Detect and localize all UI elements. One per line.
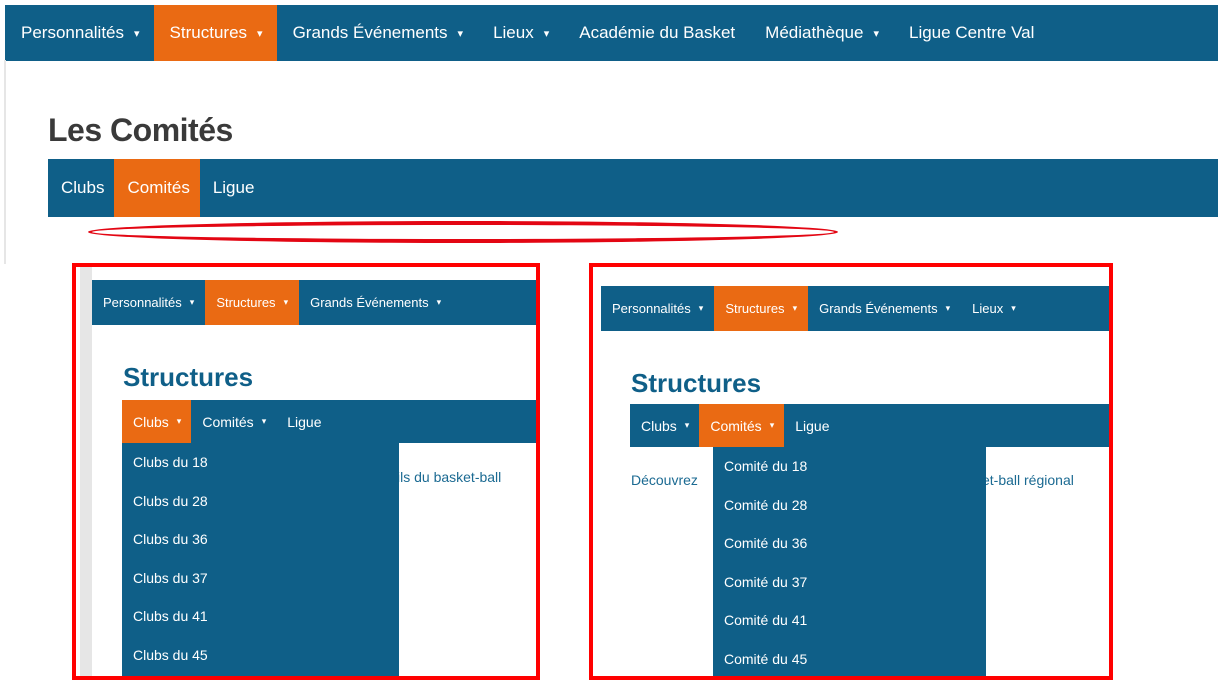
panel-subnav-comites[interactable]: Comités ▾ xyxy=(191,400,276,443)
nav-label: Lieux xyxy=(493,23,534,42)
panel-nav-grands-evenements[interactable]: Grands Événements ▾ xyxy=(299,280,452,325)
nav-label: Lieux xyxy=(972,301,1004,316)
nav-label: Académie du Basket xyxy=(579,23,736,42)
dropdown-item[interactable]: Clubs du 18 xyxy=(122,443,399,482)
panel-intro-text: ils du basket-ball xyxy=(397,469,502,485)
panel-intro-text-end: ket-ball régional xyxy=(975,472,1074,488)
nav-structures[interactable]: Structures ▾ xyxy=(153,5,277,61)
subnav-label: Ligue xyxy=(287,413,322,430)
nav-grands-evenements[interactable]: Grands Événements ▾ xyxy=(277,5,478,61)
panel-title: Structures xyxy=(123,362,254,392)
dropdown-item[interactable]: Comité du 36 xyxy=(713,524,986,563)
nav-label: Structures xyxy=(725,301,785,316)
nav-label: Personnalités xyxy=(103,295,182,310)
panel-subnav: Clubs ▾ Comités ▾ Ligue xyxy=(630,404,1109,447)
caret-down-icon: ▾ xyxy=(257,27,263,40)
comites-dropdown-menu: Comité du 18 Comité du 28 Comité du 36 C… xyxy=(713,447,986,677)
nav-personnalites[interactable]: Personnalités ▾ xyxy=(5,5,154,61)
nav-label: Médiathèque xyxy=(765,23,864,42)
caret-down-icon: ▾ xyxy=(457,27,464,40)
panel-subnav: Clubs ▾ Comités ▾ Ligue xyxy=(122,400,536,443)
highlight-ellipse xyxy=(88,221,838,243)
caret-down-icon: ▾ xyxy=(945,303,951,313)
panel-subnav-comites[interactable]: Comités ▾ xyxy=(699,404,785,447)
panel-nav-personnalites[interactable]: Personnalités ▾ xyxy=(601,286,714,331)
caret-down-icon: ▾ xyxy=(134,27,140,40)
nav-label: Personnalités xyxy=(21,23,125,42)
nav-label: Structures xyxy=(216,295,276,310)
caret-down-icon: ▾ xyxy=(261,416,267,426)
section-subnav: Clubs Comités Ligue xyxy=(48,159,1218,217)
nav-label: Personnalités xyxy=(612,301,691,316)
panel-subnav-ligue[interactable]: Ligue xyxy=(784,404,839,447)
dropdown-item[interactable]: Comité du 45 xyxy=(713,640,986,677)
caret-down-icon: ▾ xyxy=(684,420,690,430)
caret-down-icon: ▾ xyxy=(176,416,182,426)
dropdown-item[interactable]: Clubs du 28 xyxy=(122,482,399,521)
panel-nav-personnalites[interactable]: Personnalités ▾ xyxy=(92,280,205,325)
panel-nav-lieux[interactable]: Lieux ▾ xyxy=(961,286,1027,331)
nav-label: Grands Événements xyxy=(819,301,938,316)
panel-intro-text-start: Découvrez xyxy=(631,472,698,488)
panel-subnav-clubs[interactable]: Clubs ▾ xyxy=(630,404,699,447)
nav-label: Ligue Centre Val xyxy=(909,23,1035,42)
caret-down-icon: ▾ xyxy=(1011,303,1016,313)
caret-down-icon: ▾ xyxy=(436,297,442,307)
subnav-clubs[interactable]: Clubs xyxy=(48,159,114,217)
subnav-label: Ligue xyxy=(795,417,830,434)
nav-label: Grands Événements xyxy=(292,23,448,42)
panel-nav: Personnalités ▾ Structures ▾ Grands Évén… xyxy=(92,280,536,325)
subnav-comites[interactable]: Comités xyxy=(114,159,200,217)
panel-nav-grands-evenements[interactable]: Grands Événements ▾ xyxy=(808,286,961,331)
caret-down-icon: ▾ xyxy=(543,27,550,40)
dropdown-item[interactable]: Comité du 37 xyxy=(713,563,986,602)
subnav-ligue[interactable]: Ligue xyxy=(200,159,265,217)
nav-label: Grands Événements xyxy=(310,295,429,310)
caret-down-icon: ▾ xyxy=(283,297,289,307)
subnav-label: Comités xyxy=(202,413,254,430)
panel-subnav-clubs[interactable]: Clubs ▾ xyxy=(122,400,192,443)
nav-label: Structures xyxy=(169,23,248,42)
nav-ligue-centre[interactable]: Ligue Centre Val xyxy=(893,5,1048,61)
screenshot-panel-clubs: Personnalités ▾ Structures ▾ Grands Évén… xyxy=(72,263,540,680)
subnav-label: Comités xyxy=(710,417,762,434)
nav-academie[interactable]: Académie du Basket xyxy=(563,5,749,61)
main-nav: Personnalités ▾ Structures ▾ Grands Évén… xyxy=(5,5,1218,61)
dropdown-item[interactable]: Clubs du 37 xyxy=(122,559,399,598)
nav-lieux[interactable]: Lieux ▾ xyxy=(477,5,563,61)
subnav-label: Clubs xyxy=(641,417,677,434)
caret-down-icon: ▾ xyxy=(769,420,775,430)
caret-down-icon: ▾ xyxy=(792,303,798,313)
dropdown-item[interactable]: Comité du 41 xyxy=(713,601,986,640)
panel-nav-structures[interactable]: Structures ▾ xyxy=(714,286,809,331)
caret-down-icon: ▾ xyxy=(698,303,704,313)
dropdown-item[interactable]: Clubs du 41 xyxy=(122,597,399,636)
page-title: Les Comités xyxy=(48,112,233,148)
clubs-dropdown-menu: Clubs du 18 Clubs du 28 Clubs du 36 Club… xyxy=(122,443,399,676)
panel-subnav-ligue[interactable]: Ligue xyxy=(276,400,331,443)
nav-mediatheque[interactable]: Médiathèque ▾ xyxy=(749,5,893,61)
dropdown-item[interactable]: Comité du 28 xyxy=(713,486,986,525)
panel-title: Structures xyxy=(631,368,762,398)
caret-down-icon: ▾ xyxy=(873,27,879,40)
dropdown-item[interactable]: Clubs du 45 xyxy=(122,636,399,675)
panel-border xyxy=(80,267,92,676)
screenshot-panel-comites: Personnalités ▾ Structures ▾ Grands Évén… xyxy=(589,263,1113,680)
subnav-label: Clubs xyxy=(133,413,169,430)
panel-nav-structures[interactable]: Structures ▾ xyxy=(205,280,300,325)
caret-down-icon: ▾ xyxy=(189,297,195,307)
dropdown-item[interactable]: Comité du 18 xyxy=(713,447,986,486)
panel-nav: Personnalités ▾ Structures ▾ Grands Évén… xyxy=(601,286,1109,331)
dropdown-item[interactable]: Clubs du 36 xyxy=(122,520,399,559)
page-border xyxy=(4,60,6,264)
